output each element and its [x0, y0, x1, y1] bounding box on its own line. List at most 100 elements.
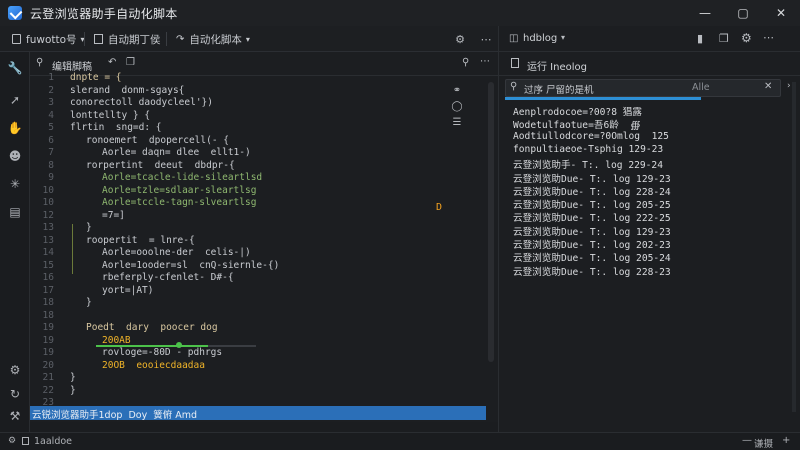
- log-scrollbar[interactable]: [792, 82, 796, 412]
- plus-icon[interactable]: +: [782, 435, 790, 446]
- wrench-icon[interactable]: 🔧: [7, 60, 23, 76]
- code-line[interactable]: 200AB: [102, 335, 131, 346]
- stack-icon[interactable]: ☰: [450, 116, 464, 128]
- code-line[interactable]: }: [86, 222, 92, 233]
- code-line[interactable]: Poedt dary poocer dog: [86, 322, 218, 333]
- file-icon: [12, 34, 21, 44]
- line-number: 18: [42, 309, 54, 321]
- editor-tab-label[interactable]: 编辑脚稿: [52, 58, 92, 73]
- line-number: 14: [42, 247, 54, 258]
- status-file-icon: [22, 437, 29, 445]
- line-number: 16: [42, 272, 54, 283]
- log-tab-bar: ◫ hdblog ▾ ▮ ❐ ⚙ ⋯: [499, 26, 800, 52]
- refresh-icon[interactable]: ↻: [7, 386, 23, 402]
- pin-icon[interactable]: ⚲: [36, 57, 43, 68]
- chat-icon[interactable]: ▮: [697, 32, 703, 45]
- code-line[interactable]: lonttellty } {: [70, 110, 150, 121]
- code-line[interactable]: Aorle=tccle-tagn-slveartlsg: [102, 197, 256, 208]
- search-filter-select[interactable]: Alle: [692, 82, 710, 93]
- code-line[interactable]: }: [86, 297, 92, 308]
- code-line[interactable]: slerand donm-sgays{: [70, 85, 184, 96]
- copy-icon[interactable]: ❐: [719, 32, 729, 45]
- run-icon[interactable]: ➚: [7, 92, 23, 108]
- more-icon[interactable]: ⋯: [763, 31, 774, 44]
- search-icon: ⚲: [510, 81, 518, 92]
- log-file-icon: [511, 58, 519, 68]
- panel-icon[interactable]: ▤: [7, 204, 23, 220]
- user-icon[interactable]: ☻: [7, 148, 23, 164]
- code-line[interactable]: conorectoll daodycleel'}): [70, 97, 213, 108]
- clear-search-icon[interactable]: ✕: [764, 81, 772, 92]
- line-number: 15: [42, 259, 54, 271]
- editor-scrollbar[interactable]: [488, 82, 494, 362]
- log-line: Aodtiullodcore=?0Omlog 125: [513, 130, 669, 142]
- line-number: 17: [42, 284, 54, 296]
- code-editor[interactable]: ⚲ 编辑脚稿 ↶ ❐ ⚲ ⋯ 1 dnpte = {2 slerand donm-s…: [30, 52, 498, 422]
- code-line[interactable]: =7=]: [102, 210, 125, 221]
- log-line: 云登浏览助Due- T:. log 205-25: [513, 200, 671, 212]
- activity-bar: 🔧 ➚ ✋ ☻ ✳ ▤ ⚙ ↻ ⚒: [0, 52, 30, 432]
- copy-icon[interactable]: ❐: [126, 57, 135, 68]
- code-line[interactable]: ronoemert dpopercell(- {: [86, 135, 229, 146]
- code-line[interactable]: rbeferply-cfenlet- D#-{: [102, 272, 234, 283]
- log-sub-bar: 运行 Ineolog: [499, 52, 800, 76]
- minimize-button[interactable]: —: [686, 0, 724, 26]
- bubble-icon[interactable]: ◯: [450, 100, 464, 112]
- settings-gear-icon[interactable]: ⚙: [7, 362, 23, 378]
- bell-icon[interactable]: ⚲: [462, 57, 469, 68]
- line-number: 4: [48, 109, 54, 121]
- code-line[interactable]: dnpte = {: [70, 72, 121, 83]
- log-line: 云登浏览助Due- T:. log 202-23: [513, 240, 671, 251]
- selected-line[interactable]: 云锐浏览器助手1dop Doy 簧俯 Amd: [30, 406, 486, 421]
- code-line[interactable]: 20OB eooiecdaadaa: [102, 360, 205, 371]
- toolbar-item-account[interactable]: fuwotto号 ▾: [12, 31, 85, 47]
- code-line[interactable]: flrtin sng=d: {: [70, 122, 162, 133]
- line-number: 19: [42, 334, 54, 346]
- close-button[interactable]: ✕: [762, 0, 800, 26]
- more-icon[interactable]: ⋯: [480, 56, 490, 67]
- log-line: Aenplrodocoe=?00?8 猖露: [513, 107, 642, 118]
- code-line[interactable]: }: [70, 385, 76, 396]
- gear-icon[interactable]: ⚙: [452, 31, 468, 47]
- line-number: 8: [48, 159, 54, 171]
- hand-icon[interactable]: ✋: [7, 120, 23, 136]
- settings-gear-icon[interactable]: ⚙: [741, 31, 752, 45]
- line-number: 22: [42, 384, 54, 396]
- code-line[interactable]: Aorle= daqn= dlee ellt1-): [102, 147, 251, 158]
- code-line[interactable]: Aorle=tzle=sdlaar-sleartlsg: [102, 185, 256, 196]
- minus-icon[interactable]: —: [742, 435, 752, 446]
- line-number: 12: [42, 209, 54, 221]
- code-line[interactable]: yort=|AT): [102, 285, 153, 296]
- maximize-button[interactable]: ▢: [724, 0, 762, 26]
- code-line[interactable]: roopertit = lnre-{: [86, 235, 195, 246]
- code-line[interactable]: Aorle=ooolne-der celis-|): [102, 247, 251, 258]
- toolbar-item-script[interactable]: ↷ 自动化脚本 ▾: [176, 31, 250, 47]
- chevron-down-icon[interactable]: ▾: [561, 33, 565, 42]
- log-tab-icon: ◫: [509, 33, 519, 44]
- loading-icon[interactable]: ✳: [7, 176, 23, 192]
- code-line[interactable]: rovloge=-80D - pdhrgs: [102, 347, 222, 358]
- more-icon[interactable]: ⋯: [478, 31, 494, 47]
- log-tab-label[interactable]: hdblog: [523, 33, 557, 44]
- status-left-text[interactable]: 1aaldoe: [34, 436, 72, 447]
- toolbar-separator: [166, 32, 167, 46]
- link-icon[interactable]: ⚭: [450, 84, 464, 96]
- line-number: 13: [42, 222, 54, 233]
- status-right-text[interactable]: 谦摄: [754, 436, 773, 450]
- search-input[interactable]: 过序 尸留的是机: [524, 82, 594, 96]
- toolbar-separator: [84, 32, 85, 46]
- line-number: 2: [48, 84, 54, 96]
- line-number: 19: [42, 347, 54, 358]
- code-line[interactable]: Aorle=tcacle-lide-sileartlsd: [102, 172, 262, 183]
- toolbar-item-doc[interactable]: 自动期丁侯: [94, 31, 161, 47]
- window-title: 云登浏览器助手自动化脚本: [30, 6, 178, 21]
- code-line[interactable]: }: [70, 372, 76, 383]
- chevron-right-icon[interactable]: ›: [787, 81, 791, 91]
- log-search-box[interactable]: ⚲ 过序 尸留的是机 Alle ✕: [505, 79, 781, 97]
- doc-icon: [94, 34, 103, 44]
- code-line[interactable]: Aorle=1ooder=sl cnQ-siernle-{): [102, 260, 279, 271]
- code-line[interactable]: rorpertint deeut dbdpr-{: [86, 160, 235, 171]
- back-icon[interactable]: ↶: [108, 57, 116, 68]
- wrench-small-icon[interactable]: ⚒: [7, 408, 23, 424]
- line-number: 18: [42, 297, 54, 308]
